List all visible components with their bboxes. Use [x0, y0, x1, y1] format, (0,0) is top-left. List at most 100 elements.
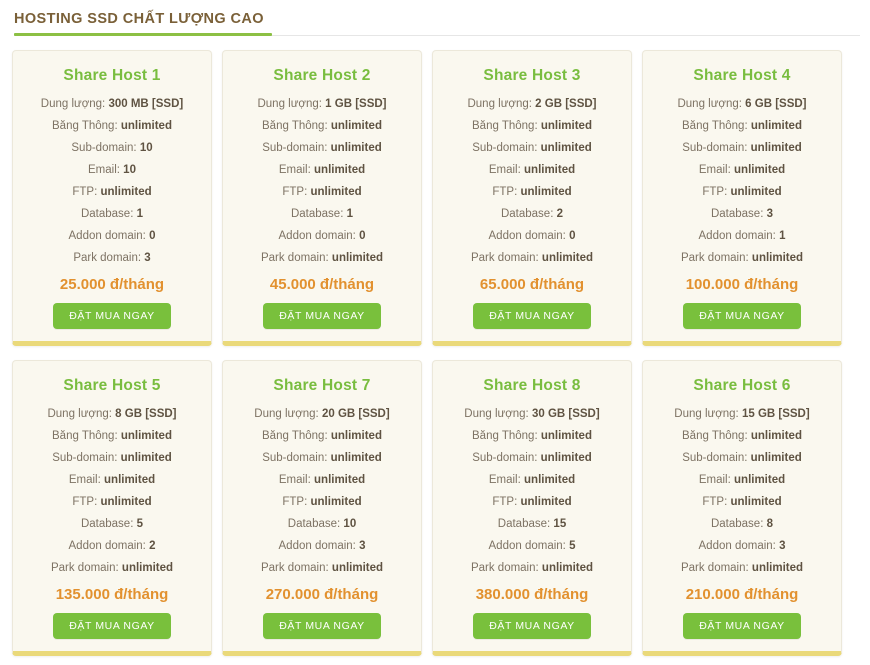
buy-now-button[interactable]: ĐẶT MUA NGAY — [683, 303, 801, 329]
plan-spec-park-domain-value: unlimited — [121, 562, 174, 574]
plan-card: Share Host 3 Dung lượng: 2 GB [SSD] Băng T… — [432, 50, 632, 346]
plan-spec-ftp: FTP: unlimited — [231, 495, 413, 509]
plan-spec-bandwidth-label: Băng Thông: — [262, 120, 328, 132]
plan-spec-park-domain: Park domain: unlimited — [231, 251, 413, 265]
plan-spec-email: Email: unlimited — [441, 163, 623, 177]
plan-spec-email-value: unlimited — [314, 474, 366, 486]
plan-spec-bandwidth-value: unlimited — [540, 120, 592, 132]
plan-spec-subdomain-value: unlimited — [120, 452, 172, 464]
plan-spec-park-domain: Park domain: unlimited — [651, 561, 833, 575]
plan-spec-ftp-value: unlimited — [730, 496, 782, 508]
plan-spec-storage-label: Dung lượng: — [40, 98, 106, 110]
buy-now-button[interactable]: ĐẶT MUA NGAY — [53, 613, 171, 639]
plan-spec-subdomain: Sub-domain: unlimited — [21, 451, 203, 465]
plan-spec-ftp-label: FTP: — [702, 186, 728, 198]
buy-now-button[interactable]: ĐẶT MUA NGAY — [683, 613, 801, 639]
plan-spec-email: Email: 10 — [21, 163, 203, 177]
plan-card: Share Host 1 Dung lượng: 300 MB [SSD] Băng… — [12, 50, 212, 346]
plan-spec-bandwidth-value: unlimited — [750, 430, 802, 442]
plan-spec-storage-value: 20 GB [SSD] — [321, 408, 390, 420]
plan-spec-database: Database: 5 — [21, 517, 203, 531]
plan-name: Share Host 3 — [483, 67, 581, 84]
plan-spec-park-domain: Park domain: unlimited — [441, 561, 623, 575]
plan-spec-park-domain: Park domain: unlimited — [21, 561, 203, 575]
plan-spec-database-label: Database: — [287, 518, 341, 530]
plan-spec-ftp-value: unlimited — [520, 496, 572, 508]
plan-card: Share Host 8 Dung lượng: 30 GB [SSD] Băng … — [432, 360, 632, 656]
plan-spec-park-domain-value: unlimited — [331, 252, 384, 264]
plan-spec-addon-domain-label: Addon domain: — [488, 540, 566, 552]
plan-spec-database: Database: 1 — [231, 207, 413, 221]
buy-now-button[interactable]: ĐẶT MUA NGAY — [473, 613, 591, 639]
plan-spec-storage-label: Dung lượng: — [257, 98, 322, 110]
plan-spec-storage: Dung lượng: 300 MB [SSD] — [21, 97, 203, 111]
plan-spec-database-label: Database: — [710, 208, 764, 220]
plan-spec-addon-domain-value: 0 — [149, 230, 156, 242]
plan-spec-storage: Dung lượng: 20 GB [SSD] — [231, 407, 413, 421]
section-header: HOSTING SSD CHẤT LƯỢNG CAO — [0, 0, 870, 40]
plan-spec-email-value: unlimited — [314, 164, 366, 176]
plan-spec-bandwidth-label: Băng Thông: — [682, 430, 748, 442]
buy-now-button[interactable]: ĐẶT MUA NGAY — [473, 303, 591, 329]
plan-price: 380.000 đ/tháng — [475, 586, 589, 603]
plan-spec-addon-domain: Addon domain: 3 — [231, 539, 413, 553]
plan-spec-bandwidth-value: unlimited — [330, 430, 382, 442]
plan-spec-ftp: FTP: unlimited — [651, 495, 833, 509]
plan-spec-email-value: unlimited — [524, 164, 576, 176]
plan-name: Share Host 5 — [63, 377, 161, 394]
plan-spec-ftp-value: unlimited — [310, 496, 362, 508]
plan-spec-subdomain-value: unlimited — [750, 142, 802, 154]
plan-spec-addon-domain: Addon domain: 1 — [651, 229, 833, 243]
plan-spec-addon-domain: Addon domain: 3 — [651, 539, 833, 553]
plan-spec-park-domain-label: Park domain: — [470, 252, 539, 264]
plan-spec-subdomain-label: Sub-domain: — [262, 142, 328, 154]
plan-spec-subdomain-label: Sub-domain: — [682, 452, 748, 464]
plan-price: 210.000 đ/tháng — [685, 586, 799, 603]
plan-spec-database-value: 3 — [766, 208, 774, 220]
plan-spec-subdomain-value: unlimited — [330, 452, 382, 464]
plan-spec-subdomain: Sub-domain: unlimited — [651, 141, 833, 155]
plan-spec-addon-domain: Addon domain: 5 — [441, 539, 623, 553]
plan-spec-database-label: Database: — [290, 208, 344, 220]
plan-spec-storage-label: Dung lượng: — [677, 98, 742, 110]
plan-spec-addon-domain-label: Addon domain: — [68, 540, 146, 552]
plan-spec-storage-label: Dung lượng: — [674, 408, 739, 420]
plan-card: Share Host 4 Dung lượng: 6 GB [SSD] Băng T… — [642, 50, 842, 346]
plan-spec-email: Email: unlimited — [651, 473, 833, 487]
plan-spec-database-value: 1 — [346, 208, 354, 220]
plan-spec-database: Database: 2 — [441, 207, 623, 221]
plan-spec-subdomain-value: 10 — [139, 142, 153, 154]
plan-spec-addon-domain-value: 3 — [359, 540, 366, 552]
plan-spec-ftp-value: unlimited — [100, 496, 152, 508]
plan-spec-park-domain: Park domain: 3 — [21, 251, 203, 265]
plan-spec-subdomain: Sub-domain: unlimited — [231, 451, 413, 465]
plan-spec-park-domain-label: Park domain: — [260, 562, 329, 574]
plan-spec-bandwidth-label: Băng Thông: — [682, 120, 748, 132]
buy-now-button[interactable]: ĐẶT MUA NGAY — [263, 613, 381, 639]
plan-spec-park-domain-value: unlimited — [541, 252, 594, 264]
plan-spec-email-label: Email: — [88, 164, 120, 176]
plan-spec-ftp: FTP: unlimited — [441, 495, 623, 509]
plan-spec-park-domain-label: Park domain: — [470, 562, 539, 574]
plan-spec-ftp: FTP: unlimited — [21, 185, 203, 199]
plan-spec-bandwidth-value: unlimited — [540, 430, 592, 442]
plan-spec-addon-domain-value: 1 — [779, 230, 786, 242]
plan-spec-park-domain-value: unlimited — [331, 562, 384, 574]
plan-spec-ftp-label: FTP: — [702, 496, 728, 508]
plan-spec-database-value: 5 — [136, 518, 144, 530]
plan-spec-addon-domain-label: Addon domain: — [68, 230, 146, 242]
plan-spec-storage-value: 300 MB [SSD] — [108, 98, 184, 110]
plan-spec-subdomain: Sub-domain: unlimited — [441, 141, 623, 155]
buy-now-button[interactable]: ĐẶT MUA NGAY — [263, 303, 381, 329]
plan-spec-subdomain-value: unlimited — [540, 142, 592, 154]
plan-spec-addon-domain-value: 0 — [569, 230, 576, 242]
buy-now-button[interactable]: ĐẶT MUA NGAY — [53, 303, 171, 329]
plan-spec-email-label: Email: — [488, 164, 521, 176]
plan-spec-ftp-label: FTP: — [492, 496, 518, 508]
plan-spec-bandwidth: Băng Thông: unlimited — [231, 429, 413, 443]
plan-spec-subdomain-value: unlimited — [750, 452, 802, 464]
plan-spec-database: Database: 8 — [651, 517, 833, 531]
plan-spec-bandwidth: Băng Thông: unlimited — [651, 429, 833, 443]
plan-spec-park-domain: Park domain: unlimited — [651, 251, 833, 265]
plan-spec-bandwidth: Băng Thông: unlimited — [231, 119, 413, 133]
